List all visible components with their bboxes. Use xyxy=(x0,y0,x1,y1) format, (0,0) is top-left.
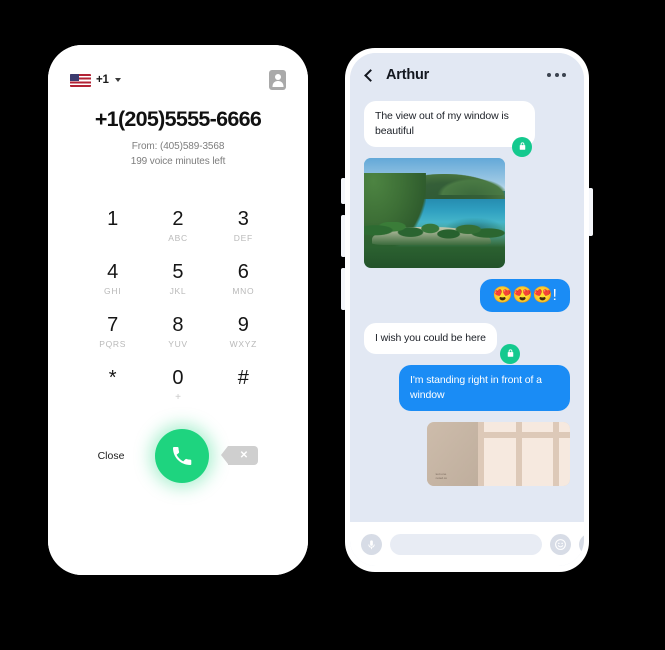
key-digit: 1 xyxy=(107,207,119,230)
message-thread: The view out of my window is beautiful 😍… xyxy=(350,97,584,522)
lock-glyph xyxy=(519,142,525,151)
dialpad-key-5[interactable]: 5 JKL xyxy=(145,258,210,307)
dialed-number: +1(205)5555-6666 xyxy=(94,107,262,131)
key-digit: # xyxy=(237,366,249,389)
message-row: I'm standing right in front of a window xyxy=(364,364,570,411)
key-digit: 9 xyxy=(237,313,249,336)
contact-person-icon[interactable] xyxy=(269,70,286,90)
messages-phone-frame: Arthur The view out of my window is beau… xyxy=(345,48,589,572)
dialpad-key-4[interactable]: 4 GHI xyxy=(80,258,145,307)
message-image-beach[interactable] xyxy=(364,157,505,268)
key-digit: 0 xyxy=(172,366,184,389)
dot xyxy=(547,73,551,77)
key-digit: 7 xyxy=(107,313,119,336)
us-flag-icon xyxy=(70,73,91,87)
dialpad-key-1[interactable]: 1 xyxy=(80,205,145,254)
key-letters: PQRS xyxy=(99,338,127,349)
conversation-title: Arthur xyxy=(386,67,430,83)
more-options-icon[interactable] xyxy=(545,67,568,83)
photo-island-far xyxy=(437,177,505,196)
dot xyxy=(562,73,566,77)
dialpad-key-hash[interactable]: # xyxy=(211,364,276,413)
backspace-delete-button[interactable]: ✕ xyxy=(221,446,258,466)
dialer-phone-frame: +1 +1(205)5555-6666 From: (405)589-3568 … xyxy=(48,45,308,575)
close-button[interactable]: Close xyxy=(86,450,136,462)
photo-window-transom xyxy=(478,431,570,438)
dialed-number-block: +1(205)5555-6666 From: (405)589-3568 199… xyxy=(66,107,290,167)
mic-glyph xyxy=(368,539,375,549)
message-row: I wish you could be here xyxy=(364,323,570,364)
dialpad-key-star[interactable]: * xyxy=(80,364,145,413)
country-code-selector[interactable]: +1 xyxy=(70,73,121,87)
key-digit: 8 xyxy=(172,313,184,336)
message-bubble-incoming[interactable]: The view out of my window is beautiful xyxy=(364,101,535,147)
dialpad-key-3[interactable]: 3 DEF xyxy=(211,205,276,254)
lock-glyph xyxy=(507,349,513,358)
microphone-icon[interactable] xyxy=(361,533,382,555)
key-letters: GHI xyxy=(104,285,122,296)
phone-handset-icon xyxy=(173,446,192,465)
key-digit: 4 xyxy=(107,260,119,283)
message-row xyxy=(364,157,570,268)
dialpad-key-0[interactable]: 0 + xyxy=(145,364,210,413)
from-number-label: From: (405)589-3568 xyxy=(131,140,225,152)
key-digit: * xyxy=(108,366,117,389)
beach-photo xyxy=(364,157,505,268)
dialpad-key-9[interactable]: 9 WXYZ xyxy=(211,311,276,360)
lock-closed-icon xyxy=(512,136,532,157)
country-code-label: +1 xyxy=(96,74,109,86)
dialer-action-row: Close ✕ xyxy=(66,425,290,487)
dialer-screen: +1 +1(205)5555-6666 From: (405)589-3568 … xyxy=(48,45,308,575)
dialpad-key-7[interactable]: 7 PQRS xyxy=(80,311,145,360)
message-row: text.one noted.co xyxy=(364,421,570,486)
message-bubble-outgoing[interactable]: I'm standing right in front of a window xyxy=(399,364,570,411)
key-letters: ABC xyxy=(168,232,188,243)
photo-watermark: text.one noted.co xyxy=(435,471,448,481)
message-input-field[interactable] xyxy=(390,533,542,555)
key-letters: JKL xyxy=(169,285,187,296)
voice-minutes-label: 199 voice minutes left xyxy=(130,155,226,167)
plus-add-icon[interactable] xyxy=(579,533,585,555)
message-input-bar xyxy=(350,522,584,566)
chevron-down-icon xyxy=(114,78,121,82)
key-digit: 2 xyxy=(172,207,184,230)
back-chevron-icon[interactable] xyxy=(364,68,377,82)
smiley-glyph xyxy=(555,538,566,550)
dialpad-key-2[interactable]: 2 ABC xyxy=(145,205,210,254)
dialer-top-bar: +1 xyxy=(66,67,290,93)
message-bubble-incoming[interactable]: I wish you could be here xyxy=(364,323,497,354)
emoji-smiley-icon[interactable] xyxy=(550,533,571,555)
message-row: 😍😍😍! xyxy=(364,278,570,312)
dot xyxy=(554,73,559,77)
dialpad-key-6[interactable]: 6 MNO xyxy=(211,258,276,307)
dialpad-key-8[interactable]: 8 YUV xyxy=(145,311,210,360)
key-digit: 5 xyxy=(172,260,184,283)
key-letters: YUV xyxy=(168,338,188,349)
lock-closed-icon xyxy=(500,343,520,364)
message-image-window[interactable]: text.one noted.co xyxy=(427,421,570,486)
key-letters: MNO xyxy=(232,285,255,296)
call-button[interactable] xyxy=(155,428,209,483)
conversation-header: Arthur xyxy=(350,53,584,97)
key-digit: 6 xyxy=(237,260,249,283)
dialpad: 1 2 ABC 3 DEF 4 GHI 5 JKL 6 MNO 7 PQRS 8… xyxy=(66,205,290,413)
message-row: The view out of my window is beautiful xyxy=(364,101,570,157)
screenshot-canvas: +1 +1(205)5555-6666 From: (405)589-3568 … xyxy=(0,0,665,650)
photo-palm-trees xyxy=(364,221,505,268)
key-letters: DEF xyxy=(233,232,253,243)
key-letters: + xyxy=(175,391,181,403)
plus-glyph xyxy=(584,538,585,550)
message-bubble-emoji[interactable]: 😍😍😍! xyxy=(479,278,570,312)
backspace-x-icon: ✕ xyxy=(239,449,249,461)
key-letters: WXYZ xyxy=(229,338,257,349)
messages-screen: Arthur The view out of my window is beau… xyxy=(350,53,584,566)
key-digit: 3 xyxy=(237,207,249,230)
